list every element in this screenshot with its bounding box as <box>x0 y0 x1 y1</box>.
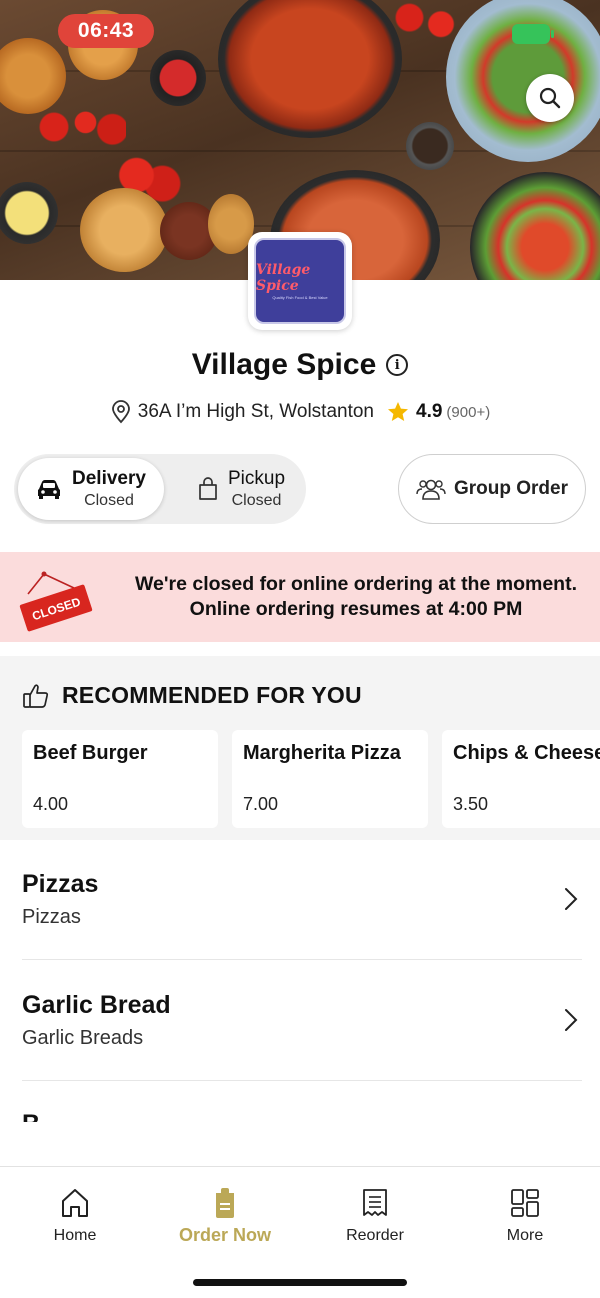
rating-count: (900+) <box>446 403 491 421</box>
home-icon <box>62 1189 88 1217</box>
info-icon[interactable]: i <box>386 354 409 376</box>
recommended-item-name: Beef Burger <box>33 742 148 764</box>
thumbs-up-icon <box>23 683 49 708</box>
burger-image <box>0 38 66 114</box>
nav-more[interactable]: More <box>450 1187 600 1245</box>
category-subtitle: Garlic Breads <box>22 1027 144 1049</box>
group-order-label: Group Order <box>453 478 568 499</box>
logo-text: Village Spice <box>256 262 311 294</box>
recommended-item-name: Margherita Pizza <box>243 742 401 764</box>
category-row-pizzas[interactable]: Pizzas Pizzas <box>22 840 582 960</box>
closed-message-line1: We're closed for online ordering at the … <box>134 573 577 595</box>
receipt-icon <box>363 1189 387 1216</box>
tomatoes-image <box>392 0 462 44</box>
delivery-status: Closed <box>84 492 134 509</box>
restaurant-address-row: 36A I’m High St, Wolstanton 4.9 (900+) <box>0 400 600 424</box>
pickup-label: Pickup <box>228 468 286 489</box>
car-icon <box>38 480 60 499</box>
search-button[interactable] <box>526 74 574 122</box>
grid-icon <box>511 1189 539 1217</box>
mayo-bowl-image <box>0 182 58 244</box>
order-icon <box>216 1188 234 1218</box>
pickup-status: Closed <box>231 492 282 509</box>
salad-bowl-image <box>470 172 600 280</box>
recommended-item-price: 7.00 <box>243 794 279 814</box>
restaurant-address[interactable]: 36A I’m High St, Wolstanton <box>138 401 374 423</box>
curry-plate-image <box>218 0 402 138</box>
burger-image <box>80 188 168 272</box>
ketchup-bowl-image <box>150 50 206 106</box>
recommended-item-card[interactable]: Chips & Cheese 3.50 <box>442 730 600 828</box>
group-users-icon <box>416 479 446 500</box>
closed-sign-icon: CLOSED <box>19 571 93 632</box>
pepper-bowl-image <box>406 122 454 170</box>
recommended-item-price: 4.00 <box>33 794 69 814</box>
recommended-item-card[interactable]: Margherita Pizza 7.00 <box>232 730 428 828</box>
rating-value: 4.9 <box>416 401 443 422</box>
closed-message-line2: Online ordering resumes at 4:00 PM <box>189 598 523 620</box>
nav-more-label: More <box>506 1227 544 1244</box>
restaurant-name: Village Spice <box>191 348 377 381</box>
category-row-garlic-bread[interactable]: Garlic Bread Garlic Breads <box>22 961 582 1081</box>
category-subtitle: Pizzas <box>22 906 81 928</box>
category-row-partial[interactable]: B <box>22 1108 52 1122</box>
delivery-label: Delivery <box>72 468 146 489</box>
nav-home[interactable]: Home <box>0 1187 150 1245</box>
nav-reorder[interactable]: Reorder <box>300 1187 450 1245</box>
recommended-item-price: 3.50 <box>453 794 489 814</box>
nav-home-label: Home <box>53 1227 97 1244</box>
restaurant-title-row: Village Spice i <box>0 348 600 382</box>
recommended-title: RECOMMENDED FOR YOU <box>62 682 362 708</box>
shopping-bag-icon <box>199 477 217 500</box>
nav-order-now-label: Order Now <box>178 1225 271 1245</box>
category-name-partial: B <box>22 1110 52 1122</box>
star-icon <box>388 402 408 421</box>
location-pin-icon <box>111 400 130 424</box>
home-indicator[interactable] <box>193 1279 407 1286</box>
closed-banner: CLOSED We're closed for online ordering … <box>0 552 600 642</box>
nav-reorder-label: Reorder <box>346 1227 404 1244</box>
nav-order-now[interactable]: Order Now <box>150 1187 300 1246</box>
restaurant-logo: Village Spice Quality Fish Food & Best V… <box>248 232 352 330</box>
recommended-item-card[interactable]: Beef Burger 4.00 <box>22 730 218 828</box>
search-icon <box>539 87 561 109</box>
tomatoes-image <box>36 104 126 150</box>
pickup-toggle[interactable]: Pickup Closed <box>168 458 314 520</box>
group-order-button[interactable]: Group Order <box>398 454 586 524</box>
status-time: 06:43 <box>58 14 154 48</box>
recommended-section: RECOMMENDED FOR YOU Beef Burger 4.00 Mar… <box>0 656 600 840</box>
chevron-right-icon <box>565 1009 578 1031</box>
recommended-item-name: Chips & Cheese <box>453 742 600 764</box>
logo-tagline: Quality Fish Food & Best Value <box>272 295 328 300</box>
category-name: Garlic Bread <box>22 991 171 1019</box>
category-name: Pizzas <box>22 870 99 898</box>
order-mode-toggle: Delivery Closed Pickup Closed <box>14 454 306 524</box>
chevron-right-icon <box>565 888 578 910</box>
delivery-toggle[interactable]: Delivery Closed <box>18 458 164 520</box>
battery-icon <box>512 24 554 44</box>
